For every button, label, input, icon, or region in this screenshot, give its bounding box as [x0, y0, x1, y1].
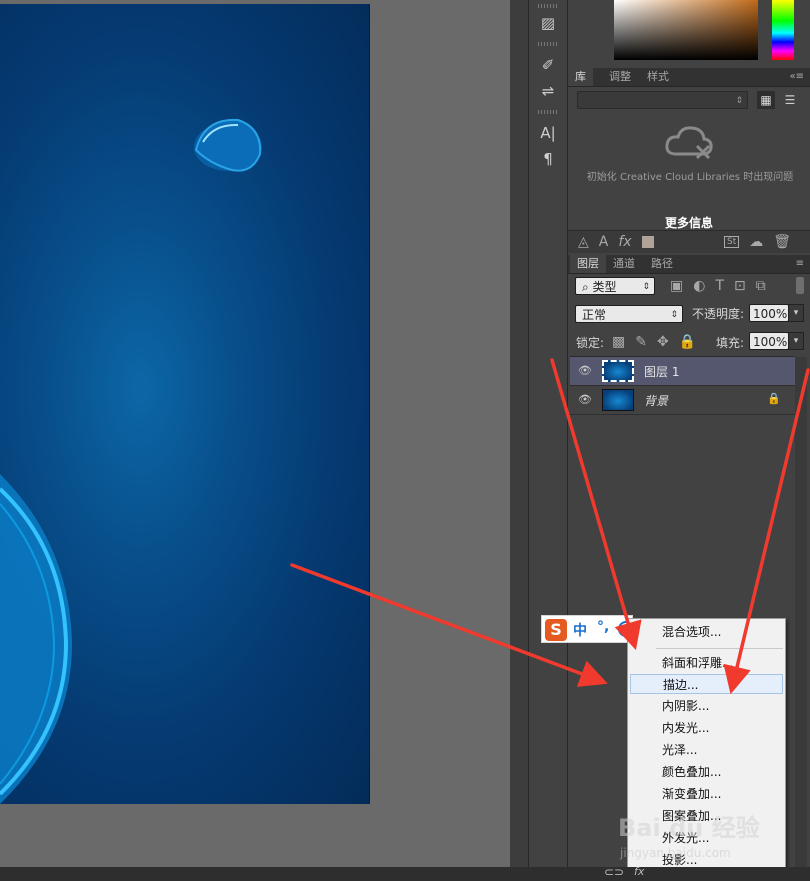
- layer-thumbnail: [602, 389, 634, 411]
- ime-toolbar[interactable]: S 中 °,: [541, 615, 634, 643]
- panel-menu-icon[interactable]: «≡: [790, 71, 805, 82]
- watermark-logo: Bai du 经验: [618, 814, 760, 842]
- layer-filter-select[interactable]: ⌕ 类型 ⇕: [575, 277, 655, 295]
- water-drop-artwork: [0, 118, 262, 804]
- link-layers-icon[interactable]: ⊂⊃: [604, 865, 624, 879]
- tab-styles[interactable]: 样式: [640, 68, 676, 86]
- stock-icon[interactable]: St: [724, 236, 740, 248]
- add-style-icon[interactable]: fx: [634, 865, 644, 878]
- panel-menu-icon[interactable]: ≡: [796, 258, 804, 269]
- panel-divider[interactable]: [510, 0, 529, 867]
- library-error-message: 初始化 Creative Cloud Libraries 时出现问题: [586, 172, 794, 183]
- lock-icon: 🔒: [767, 392, 781, 405]
- layers-scrollbar[interactable]: [795, 357, 807, 867]
- lock-all-icon[interactable]: 🔒: [679, 334, 696, 350]
- tab-layers[interactable]: 图层: [570, 255, 606, 273]
- list-view-icon[interactable]: ☰: [781, 91, 799, 109]
- hue-strip[interactable]: [772, 0, 794, 60]
- layer-row-background[interactable]: 👁 背景 🔒: [570, 386, 795, 415]
- fill-field[interactable]: 100%: [749, 332, 789, 350]
- add-layer-style-icon[interactable]: fx: [618, 234, 631, 250]
- tab-channels[interactable]: 通道: [606, 255, 642, 273]
- eye-icon[interactable]: 👁: [578, 393, 592, 407]
- ime-language-toggle[interactable]: 中: [573, 620, 587, 640]
- tab-paths[interactable]: 路径: [644, 255, 680, 273]
- layer-name[interactable]: 图层 1: [644, 363, 679, 380]
- panel-icon-strip: ▨ ✐ ⇌ A| ¶: [529, 0, 568, 867]
- menu-item-blending-options[interactable]: 混合选项...: [630, 622, 783, 642]
- type-filter-icon[interactable]: T: [715, 278, 724, 294]
- brush-presets-icon[interactable]: ✐: [539, 56, 557, 74]
- lock-label: 锁定:: [576, 336, 605, 350]
- blend-mode-select[interactable]: 正常 ⇕: [575, 305, 683, 323]
- menu-item-satin[interactable]: 光泽...: [630, 740, 783, 760]
- lock-transparency-icon[interactable]: ▩: [612, 334, 625, 350]
- paragraph-icon[interactable]: ¶: [539, 150, 557, 168]
- layer-name[interactable]: 背景: [644, 392, 668, 409]
- brush-settings-icon[interactable]: ⇌: [539, 82, 557, 100]
- filter-toggle[interactable]: [796, 277, 804, 294]
- tab-adjustments[interactable]: 调整: [602, 68, 638, 86]
- history-icon[interactable]: ▨: [539, 14, 557, 32]
- menu-item-bevel-emboss[interactable]: 斜面和浮雕...: [630, 653, 783, 673]
- cloud-error-icon: [664, 124, 714, 160]
- sogou-logo-icon: S: [545, 619, 567, 641]
- menu-item-stroke[interactable]: 描边...: [630, 674, 783, 694]
- ime-punctuation-toggle[interactable]: °,: [597, 619, 609, 635]
- add-color-icon[interactable]: [641, 236, 654, 248]
- fill-label: 填充:: [716, 336, 745, 350]
- smart-object-filter-icon[interactable]: ⧉: [756, 278, 766, 294]
- menu-item-inner-glow[interactable]: 内发光...: [630, 718, 783, 738]
- character-icon[interactable]: A|: [539, 124, 557, 142]
- menu-item-inner-shadow[interactable]: 内阴影...: [630, 696, 783, 716]
- layers-panel-header: 图层 通道 路径 ≡: [568, 255, 810, 274]
- grip-handle[interactable]: [538, 42, 558, 46]
- more-info-link[interactable]: 更多信息: [568, 214, 810, 231]
- add-character-style-icon[interactable]: A: [599, 234, 609, 250]
- fill-dropdown-icon[interactable]: ▾: [788, 332, 804, 350]
- layer-row-layer1[interactable]: 👁 图层 1: [570, 357, 795, 386]
- watermark-url: jingyan.baidu.com: [620, 846, 731, 860]
- opacity-field[interactable]: 100%: [749, 304, 789, 322]
- lock-position-icon[interactable]: ✥: [657, 334, 669, 350]
- menu-item-color-overlay[interactable]: 颜色叠加...: [630, 762, 783, 782]
- menu-item-gradient-overlay[interactable]: 渐变叠加...: [630, 784, 783, 804]
- library-panel-header: 库 调整 样式 «≡: [568, 68, 810, 87]
- add-graphic-icon[interactable]: ◬: [578, 234, 589, 250]
- opacity-dropdown-icon[interactable]: ▾: [788, 304, 804, 322]
- document-canvas-area[interactable]: [0, 0, 510, 867]
- tab-library[interactable]: 库: [568, 68, 593, 86]
- blend-mode-value: 正常: [582, 308, 607, 322]
- color-field[interactable]: [614, 0, 758, 60]
- sync-icon[interactable]: ☁: [749, 234, 763, 250]
- adjustment-filter-icon[interactable]: ◐: [693, 278, 705, 294]
- library-footer: ◬ A fx St ☁ 🗑: [568, 230, 810, 253]
- lock-pixels-icon[interactable]: ✎: [635, 334, 647, 350]
- layer-thumbnail: [602, 360, 634, 382]
- search-icon: ⌕: [582, 280, 593, 294]
- layer-filter-label: 类型: [592, 280, 617, 294]
- shape-filter-icon[interactable]: ⊡: [734, 278, 746, 294]
- library-select[interactable]: ⇕: [577, 91, 748, 109]
- opacity-label: 不透明度:: [692, 307, 745, 321]
- image-filter-icon[interactable]: ▣: [670, 278, 683, 294]
- document-image[interactable]: [0, 4, 370, 804]
- grip-handle[interactable]: [538, 110, 558, 114]
- grid-view-icon[interactable]: ▦: [757, 91, 775, 109]
- trash-icon[interactable]: 🗑: [773, 234, 791, 250]
- eye-icon[interactable]: 👁: [578, 364, 592, 378]
- grip-handle[interactable]: [538, 4, 558, 8]
- bottom-status-bar: ⊂⊃ fx: [0, 865, 810, 881]
